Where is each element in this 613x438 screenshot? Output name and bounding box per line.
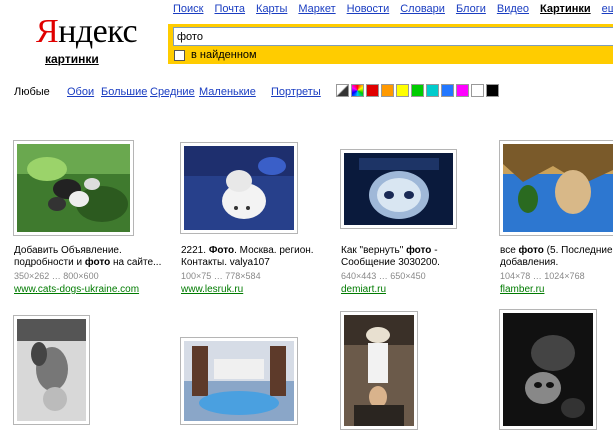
nav-item-mail[interactable]: Почта xyxy=(214,3,245,15)
filter-large[interactable]: Большие xyxy=(101,86,147,98)
yandex-logo[interactable]: Яндекс xyxy=(36,14,138,50)
filter-small[interactable]: Маленькие xyxy=(199,86,256,98)
result-caption-3[interactable]: Как "вернуть" фото - Сообщение 3030200. xyxy=(341,245,481,269)
page: Яндекс картинки Поиск Почта Карты Маркет… xyxy=(0,0,613,438)
result-image xyxy=(344,153,453,225)
color-swatch-blue[interactable] xyxy=(441,84,454,97)
result-size-3: 640×443 … 650×450 xyxy=(341,271,426,281)
nav-item-market[interactable]: Маркет xyxy=(298,3,335,15)
nav-item-blogs[interactable]: Блоги xyxy=(456,3,486,15)
search-within-checkbox[interactable] xyxy=(174,49,185,61)
search-within-option[interactable]: в найденном xyxy=(174,49,257,61)
result-link-1[interactable]: www.cats-dogs-ukraine.com xyxy=(14,284,139,295)
result-thumbnail-5[interactable] xyxy=(13,315,90,425)
nav-item-news[interactable]: Новости xyxy=(347,3,390,15)
result-thumbnail-7[interactable] xyxy=(340,311,418,430)
result-caption-4[interactable]: все фото (5. Последние добавления. xyxy=(500,245,613,269)
filter-any: Любые xyxy=(14,86,50,98)
result-thumbnail-2[interactable] xyxy=(180,142,298,234)
top-nav: Поиск Почта Карты Маркет Новости Словари… xyxy=(173,3,613,15)
nav-item-images: Картинки xyxy=(540,3,591,15)
result-size-4: 104×78 … 1024×768 xyxy=(500,271,585,281)
color-swatch-cyan[interactable] xyxy=(426,84,439,97)
result-image xyxy=(184,341,294,421)
color-swatch-white[interactable] xyxy=(471,84,484,97)
nav-more-button[interactable]: ещё▼ xyxy=(602,3,613,15)
nav-item-search[interactable]: Поиск xyxy=(173,3,203,15)
search-within-label: в найденном xyxy=(191,49,257,61)
color-swatch-red[interactable] xyxy=(366,84,379,97)
search-panel: в найденном xyxy=(168,24,613,64)
result-caption-1[interactable]: Добавить Объявление. подробности и фото … xyxy=(14,245,169,269)
filter-portraits[interactable]: Портреты xyxy=(271,86,321,98)
nav-item-dictionaries[interactable]: Словари xyxy=(400,3,445,15)
result-link-4[interactable]: flamber.ru xyxy=(500,284,544,295)
result-size-2: 100×75 … 778×584 xyxy=(181,271,261,281)
result-thumbnail-1[interactable] xyxy=(13,140,134,236)
result-thumbnail-3[interactable] xyxy=(340,149,457,229)
result-image xyxy=(344,315,414,426)
color-swatch-orange[interactable] xyxy=(381,84,394,97)
result-link-3[interactable]: demiart.ru xyxy=(341,284,386,295)
result-image xyxy=(503,313,593,426)
color-filters xyxy=(336,84,499,97)
color-swatch-black[interactable] xyxy=(486,84,499,97)
result-size-1: 350×262 … 800×600 xyxy=(14,271,99,281)
color-swatch-multicolor[interactable] xyxy=(351,84,364,97)
result-thumbnail-8[interactable] xyxy=(499,309,597,430)
color-swatch-yellow[interactable] xyxy=(396,84,409,97)
nav-item-maps[interactable]: Карты xyxy=(256,3,287,15)
result-link-2[interactable]: www.lesruk.ru xyxy=(181,284,243,295)
result-image xyxy=(17,319,86,421)
result-thumbnail-6[interactable] xyxy=(180,337,298,425)
filter-wallpapers[interactable]: Обои xyxy=(67,86,94,98)
result-thumbnail-4[interactable] xyxy=(499,140,613,236)
result-image xyxy=(503,144,613,232)
nav-item-video[interactable]: Видео xyxy=(497,3,529,15)
result-image xyxy=(17,144,130,232)
search-input[interactable] xyxy=(173,27,613,46)
service-name-link[interactable]: картинки xyxy=(45,52,99,66)
result-caption-2[interactable]: 2221. Фото. Москва. регион. Контакты. va… xyxy=(181,245,321,269)
color-swatch-green[interactable] xyxy=(411,84,424,97)
color-swatch-magenta[interactable] xyxy=(456,84,469,97)
filter-medium[interactable]: Средние xyxy=(150,86,195,98)
color-swatch-bw[interactable] xyxy=(336,84,349,97)
result-image xyxy=(184,146,294,230)
